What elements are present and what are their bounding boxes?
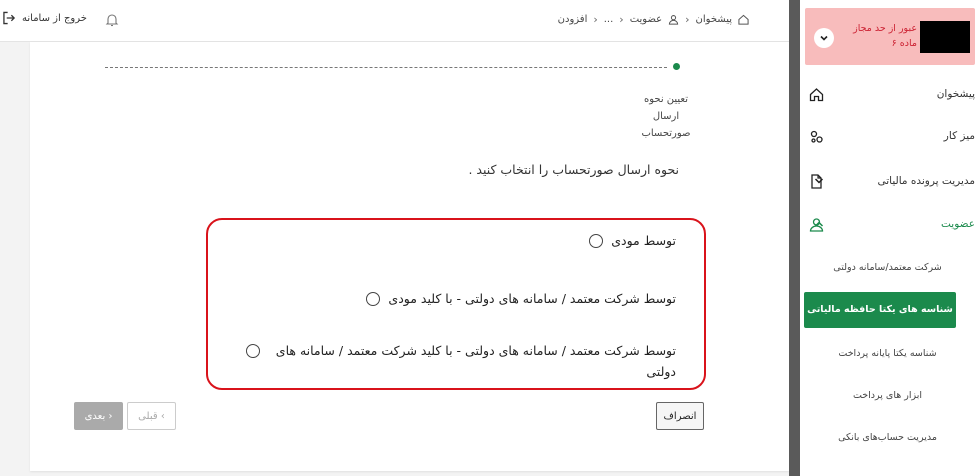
chevron-down-icon xyxy=(814,178,824,184)
radio-label: توسط شرکت معتمد / سامانه های دولتی - با … xyxy=(275,343,676,379)
stepper-line xyxy=(105,67,667,68)
logout-icon xyxy=(3,11,16,25)
next-label: بعدی xyxy=(84,410,106,422)
user-icon xyxy=(668,15,679,25)
main-card: تعیین نحوه ارسال صورتحساب نحوه ارسال صور… xyxy=(30,42,789,471)
top-bar: خروج از سامانه پیشخوان ‹ عضویت ‹ ... ‹ ا… xyxy=(0,0,789,42)
cancel-button[interactable]: انصراف xyxy=(656,402,704,430)
sidebar-item-label: پیشخوان xyxy=(936,88,975,100)
logout-button[interactable]: خروج از سامانه xyxy=(3,11,87,25)
radio-option-trusted-company-taxpayer-key[interactable]: توسط شرکت معتمد / سامانه های دولتی - با … xyxy=(366,288,676,309)
chevron-right-icon: › xyxy=(108,410,113,422)
alert-banner: عبور از حد مجاز ماده ۶ xyxy=(805,8,975,65)
alert-text: عبور از حد مجاز ماده ۶ xyxy=(853,23,917,49)
radio-label: توسط مودی xyxy=(611,233,676,248)
sidebar-item-label: مدیریت پرونده مالیاتی xyxy=(877,175,975,187)
chevron-left-icon: ‹ xyxy=(593,13,598,26)
stepper-dot xyxy=(673,63,680,70)
chevron-down-icon xyxy=(820,35,828,41)
options-highlight-box: توسط مودی توسط شرکت معتمد / سامانه های د… xyxy=(206,218,706,390)
question-text: نحوه ارسال صورتحساب را انتخاب کنید . xyxy=(468,162,679,177)
step-label: تعیین نحوه ارسال صورتحساب xyxy=(641,94,691,139)
radio-label: توسط شرکت معتمد / سامانه های دولتی - با … xyxy=(388,291,676,306)
radio-option-trusted-company-key[interactable]: توسط شرکت معتمد / سامانه های دولتی - با … xyxy=(246,340,676,382)
sidebar-item-workspace[interactable]: میز کار xyxy=(800,122,975,150)
sidebar-item-membership[interactable]: عضویت xyxy=(800,210,975,238)
breadcrumb-ellipsis[interactable]: ... xyxy=(604,14,614,25)
workspace-icon xyxy=(808,128,824,144)
sidebar-subitem-payment-terminal[interactable]: شناسه یکتا پایانه پرداخت xyxy=(805,348,970,359)
redacted-block xyxy=(920,21,970,53)
breadcrumb: پیشخوان ‹ عضویت ‹ ... ‹ افزودن xyxy=(558,13,749,26)
home-icon xyxy=(808,86,824,102)
radio-button[interactable] xyxy=(246,344,260,358)
sidebar-item-label: عضویت xyxy=(940,218,975,230)
sidebar-item-label: میز کار xyxy=(943,130,975,142)
breadcrumb-add: افزودن xyxy=(557,14,588,25)
chevron-left-icon: ‹ xyxy=(619,13,624,26)
sidebar-subitem-payment-tools[interactable]: ابزار های پرداخت xyxy=(805,390,970,401)
next-button[interactable]: بعدی › xyxy=(74,402,123,430)
sidebar-subitem-trusted-company[interactable]: شرکت معتمد/سامانه دولتی xyxy=(805,262,970,273)
breadcrumb-home[interactable]: پیشخوان xyxy=(696,14,732,25)
sidebar-subitem-memory-ids[interactable]: شناسه های یکتا حافظه مالیاتی xyxy=(804,292,956,328)
sidebar-item-dashboard[interactable]: پیشخوان xyxy=(800,80,975,108)
radio-button[interactable] xyxy=(366,292,381,306)
home-icon xyxy=(738,14,749,25)
sidebar-subitem-bank-accounts[interactable]: مدیریت حساب‌های بانکی xyxy=(805,432,970,443)
previous-label: قبلی xyxy=(138,410,158,422)
chevron-up-icon xyxy=(814,221,824,227)
chevron-left-icon: ‹ xyxy=(685,13,690,26)
breadcrumb-membership[interactable]: عضویت xyxy=(630,14,662,25)
radio-option-taxpayer[interactable]: توسط مودی xyxy=(589,230,676,251)
logout-label: خروج از سامانه xyxy=(22,12,87,24)
sidebar-item-tax-file[interactable]: مدیریت پرونده مالیاتی xyxy=(800,167,975,195)
radio-button[interactable] xyxy=(589,234,604,248)
chevron-left-icon: ‹ xyxy=(160,410,165,422)
bell-icon[interactable] xyxy=(105,13,119,27)
sidebar-divider[interactable] xyxy=(789,0,800,476)
sidebar: عبور از حد مجاز ماده ۶ پیشخوان میز کار م… xyxy=(800,0,975,476)
alert-toggle-button[interactable] xyxy=(814,28,834,48)
previous-button[interactable]: قبلی ‹ xyxy=(127,402,176,430)
